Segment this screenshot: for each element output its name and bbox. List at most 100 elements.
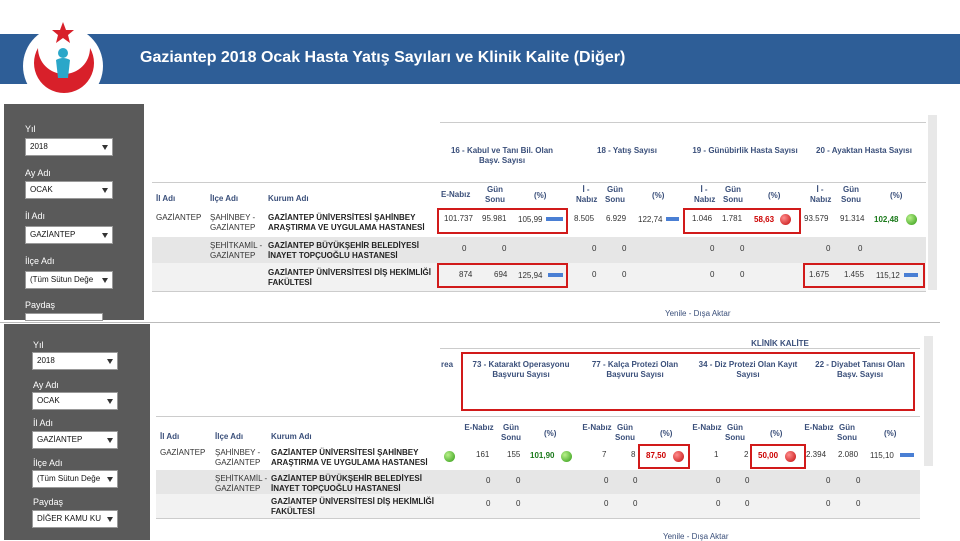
- cell-value: 0: [604, 499, 609, 508]
- col-header-enabiz: E-Nabız: [464, 423, 494, 432]
- highlight-box: [437, 208, 568, 234]
- district-value: (Tüm Sütun Değe: [37, 474, 101, 483]
- cell-value: 0: [710, 244, 715, 253]
- cell-il: GAZİANTEP: [160, 448, 206, 457]
- year-value: 2018: [30, 142, 48, 151]
- filter-label-district: İlçe Adı: [25, 256, 55, 266]
- group-header-20: 20 - Ayaktan Hasta Sayısı: [816, 146, 912, 155]
- chevron-down-icon: [107, 399, 113, 404]
- header-divider: [440, 348, 920, 349]
- cell-value: 8.505: [574, 214, 595, 223]
- filter-label-month: Ay Adı: [33, 380, 59, 390]
- vertical-scrollbar[interactable]: [924, 336, 933, 466]
- cell-value: 0: [486, 476, 491, 485]
- cell-value: 0: [710, 270, 715, 279]
- cell-kurum: GAZİANTEP ÜNİVERSİTESİ DİŞ HEKİMLİĞİ FAK…: [271, 497, 434, 516]
- cell-value: 0: [858, 244, 863, 253]
- month-select[interactable]: OCAK: [32, 392, 118, 410]
- col-header-inabiz: İ - Nabız: [694, 185, 716, 204]
- col-header-gunsonu: Gün Sonu: [605, 185, 625, 204]
- cell-ilce: ŞAHİNBEY - GAZİANTEP: [215, 448, 261, 467]
- cell-value: 0: [592, 244, 597, 253]
- stakeholder-select[interactable]: DİĞER KAMU KU: [32, 510, 118, 528]
- percent-bar: [900, 453, 914, 457]
- cell-value: 0: [502, 244, 507, 253]
- cell-value: 0: [826, 476, 831, 485]
- group-header-18: 18 - Yatış Sayısı: [597, 146, 657, 155]
- header-divider: [156, 416, 920, 417]
- header-divider: [440, 122, 926, 123]
- month-select[interactable]: OCAK: [25, 181, 113, 199]
- province-select[interactable]: GAZİANTEP: [32, 431, 118, 449]
- cell-value: 161: [476, 450, 490, 459]
- district-select[interactable]: (Tüm Sütun Değe: [25, 271, 113, 289]
- cell-ilce: ŞEHİTKAMİL - GAZİANTEP: [210, 241, 263, 260]
- district-value: (Tüm Sütun Değe: [30, 275, 94, 284]
- cell-value: 101,90: [530, 451, 555, 460]
- chevron-down-icon: [107, 438, 113, 443]
- cell-value: 155: [507, 450, 521, 459]
- year-value: 2018: [37, 356, 55, 365]
- col-header-gunsonu: Gün Sonu: [723, 185, 743, 204]
- filter-label-stakeholder: Paydaş: [33, 497, 64, 507]
- status-green-icon: [444, 451, 455, 462]
- cell-kurum: GAZİANTEP ÜNİVERSİTESİ DİŞ HEKİMLİĞİ FAK…: [268, 268, 431, 287]
- district-select[interactable]: (Tüm Sütun Değe: [32, 470, 118, 488]
- cell-kurum: GAZİANTEP ÜNİVERSİTESİ ŞAHİNBEY ARAŞTIRM…: [271, 448, 428, 467]
- highlight-box: [638, 444, 690, 469]
- chevron-down-icon: [107, 359, 113, 364]
- cell-value: 115,10: [870, 451, 894, 460]
- cell-value: 0: [716, 499, 721, 508]
- cell-value: 8: [631, 450, 636, 459]
- col-header-il: İl Adı: [156, 194, 176, 203]
- stakeholder-select[interactable]: [25, 313, 103, 321]
- year-select[interactable]: 2018: [32, 352, 118, 370]
- cell-value: 2.394: [806, 450, 827, 459]
- group-header-partial: rea: [441, 360, 454, 369]
- col-header-gunsonu: Gün Sonu: [725, 423, 745, 442]
- cell-value: 91.314: [840, 214, 865, 223]
- cell-value: 0: [826, 244, 831, 253]
- cell-value: 2: [744, 450, 749, 459]
- cell-value: 6.929: [606, 214, 627, 223]
- cell-value: 0: [516, 476, 521, 485]
- cell-value: 0: [592, 270, 597, 279]
- month-value: OCAK: [37, 396, 60, 405]
- col-header-gunsonu: Gün Sonu: [485, 185, 505, 204]
- col-header-il: İl Adı: [160, 432, 180, 441]
- cell-value: 0: [516, 499, 521, 508]
- year-select[interactable]: 2018: [25, 138, 113, 156]
- cell-value: 0: [856, 499, 861, 508]
- col-header-ilce: İlçe Adı: [215, 432, 244, 441]
- col-header-pct: (%): [660, 429, 673, 438]
- col-header-pct: (%): [652, 191, 665, 200]
- cell-value: 0: [622, 244, 627, 253]
- percent-bar: [666, 217, 679, 221]
- highlight-box: [461, 352, 915, 411]
- refresh-export-link[interactable]: Yenile - Dışa Aktar: [665, 309, 731, 318]
- status-green-icon: [561, 451, 572, 462]
- vertical-scrollbar[interactable]: [928, 115, 937, 290]
- col-header-pct: (%): [768, 191, 781, 200]
- cell-il: GAZİANTEP: [156, 213, 202, 222]
- col-header-kurum: Kurum Adı: [271, 432, 312, 441]
- chevron-down-icon: [102, 233, 108, 238]
- highlight-box: [683, 208, 801, 234]
- header-divider: [152, 182, 926, 183]
- col-header-pct: (%): [890, 191, 903, 200]
- group-header-19: 19 - Günübirlik Hasta Sayısı: [692, 146, 798, 155]
- filter-label-district: İlçe Adı: [33, 458, 63, 468]
- cell-ilce: ŞAHİNBEY - GAZİANTEP: [210, 213, 256, 232]
- group-header-16: 16 - Kabul ve Tanı Bil. Olan Başv. Sayıs…: [450, 146, 554, 165]
- cell-value: 102,48: [874, 215, 899, 224]
- cell-value: 0: [856, 476, 861, 485]
- cell-value: 0: [462, 244, 467, 253]
- col-header-pct: (%): [770, 429, 783, 438]
- cell-value: 0: [604, 476, 609, 485]
- col-header-enabiz: E-Nabız: [441, 190, 471, 199]
- province-select[interactable]: GAZİANTEP: [25, 226, 113, 244]
- stakeholder-value: DİĞER KAMU KU: [37, 514, 102, 523]
- col-header-pct: (%): [544, 429, 557, 438]
- col-header-inabiz: İ - Nabız: [810, 185, 832, 204]
- table-bottom-border: [152, 291, 926, 292]
